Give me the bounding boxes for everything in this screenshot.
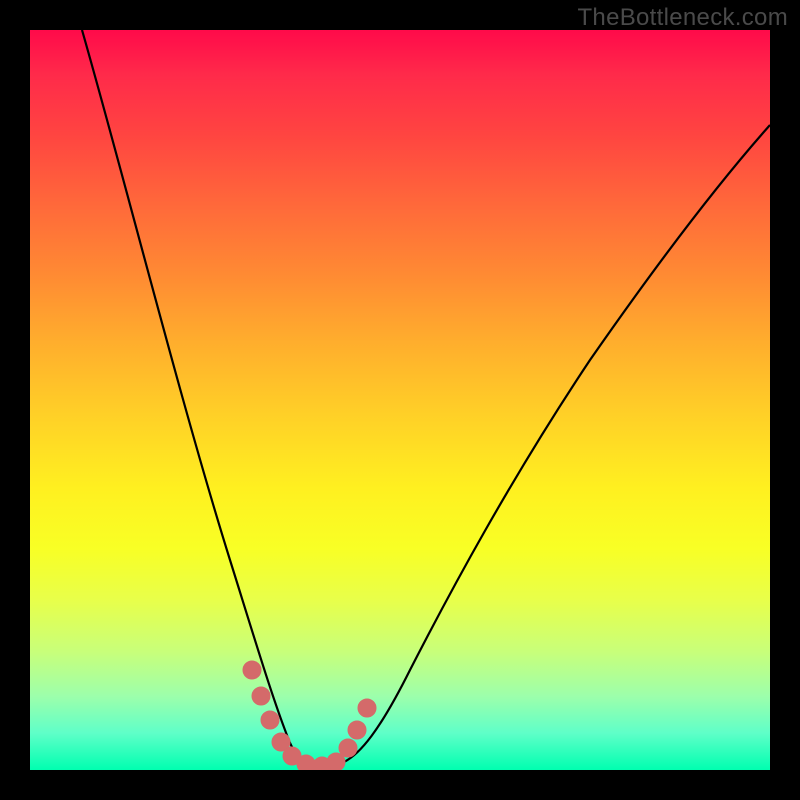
marker-dot (339, 739, 357, 757)
marker-dot (252, 687, 270, 705)
marker-dot (243, 661, 261, 679)
chart-frame: TheBottleneck.com (0, 0, 800, 800)
bottleneck-curve (30, 30, 770, 770)
plot-area (30, 30, 770, 770)
watermark-text: TheBottleneck.com (577, 4, 788, 32)
marker-dot (358, 699, 376, 717)
marker-dot (348, 721, 366, 739)
marker-dot (261, 711, 279, 729)
marker-dot (297, 755, 315, 770)
curve-path (82, 30, 770, 767)
